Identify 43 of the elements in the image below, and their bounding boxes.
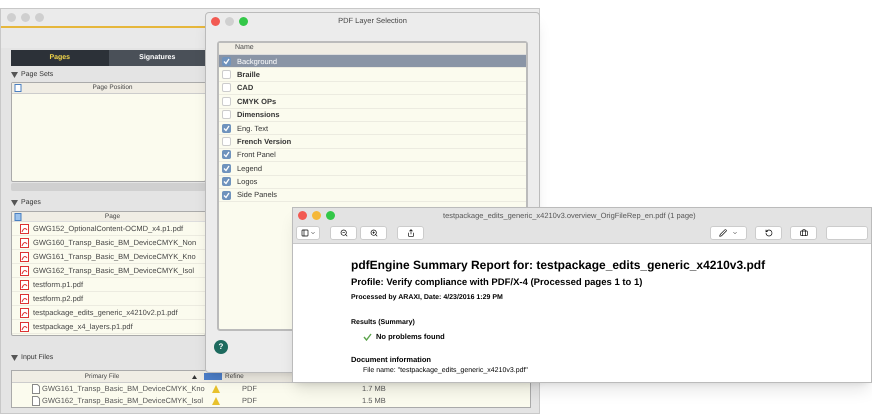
share-icon xyxy=(406,229,414,237)
disclosure-triangle-icon[interactable] xyxy=(11,72,18,78)
checkbox[interactable] xyxy=(222,110,231,120)
zoom-out-icon xyxy=(340,229,348,237)
pdf-file-icon xyxy=(20,294,29,304)
toolbox-button[interactable] xyxy=(790,226,817,240)
chevron-down-icon xyxy=(310,230,316,236)
pen-icon xyxy=(719,229,727,237)
help-button[interactable]: ? xyxy=(214,340,228,354)
pdf-file-icon xyxy=(20,252,29,262)
horizontal-scrollbar[interactable] xyxy=(11,183,206,191)
zoom-in-icon xyxy=(370,229,378,237)
share-button[interactable] xyxy=(397,226,424,240)
check-icon xyxy=(363,332,372,341)
rotate-icon xyxy=(764,229,772,237)
checkbox[interactable] xyxy=(222,150,231,160)
checkbox[interactable] xyxy=(222,83,231,92)
toolbox-icon xyxy=(800,229,808,237)
zoom-in-button[interactable] xyxy=(360,226,387,240)
disclosure-triangle-icon[interactable] xyxy=(11,200,18,206)
page-icon xyxy=(14,212,22,220)
checkbox[interactable] xyxy=(222,96,231,106)
chevron-down-icon xyxy=(732,230,738,236)
pdf-file-icon xyxy=(20,280,29,290)
profile-text: Profile: Verify compliance with PDF/X-4 (Processed pages 1 to 1) xyxy=(351,276,644,290)
zoom-out-button[interactable] xyxy=(330,226,357,240)
disclosure-triangle-icon[interactable] xyxy=(11,355,18,361)
pdf-file-icon xyxy=(20,238,29,248)
pdf-file-icon xyxy=(20,322,29,332)
report-heading: pdfEngine Summary Report for: testpackage_edits_generic_x4210v3.pdf xyxy=(351,257,766,274)
page-icon xyxy=(14,84,22,92)
pdf-file-icon xyxy=(20,308,29,318)
sidebar-button[interactable] xyxy=(296,226,320,240)
markup-button[interactable] xyxy=(710,226,747,240)
checkbox[interactable] xyxy=(222,137,231,146)
rotate-button[interactable] xyxy=(755,226,782,240)
sort-icon[interactable] xyxy=(192,374,197,378)
pdf-file-icon xyxy=(20,266,29,276)
search-field[interactable] xyxy=(826,226,868,240)
refine-icon xyxy=(204,373,222,380)
pdf-file-icon xyxy=(20,224,29,234)
checkbox[interactable] xyxy=(222,70,231,80)
sidebar-icon xyxy=(300,229,308,237)
